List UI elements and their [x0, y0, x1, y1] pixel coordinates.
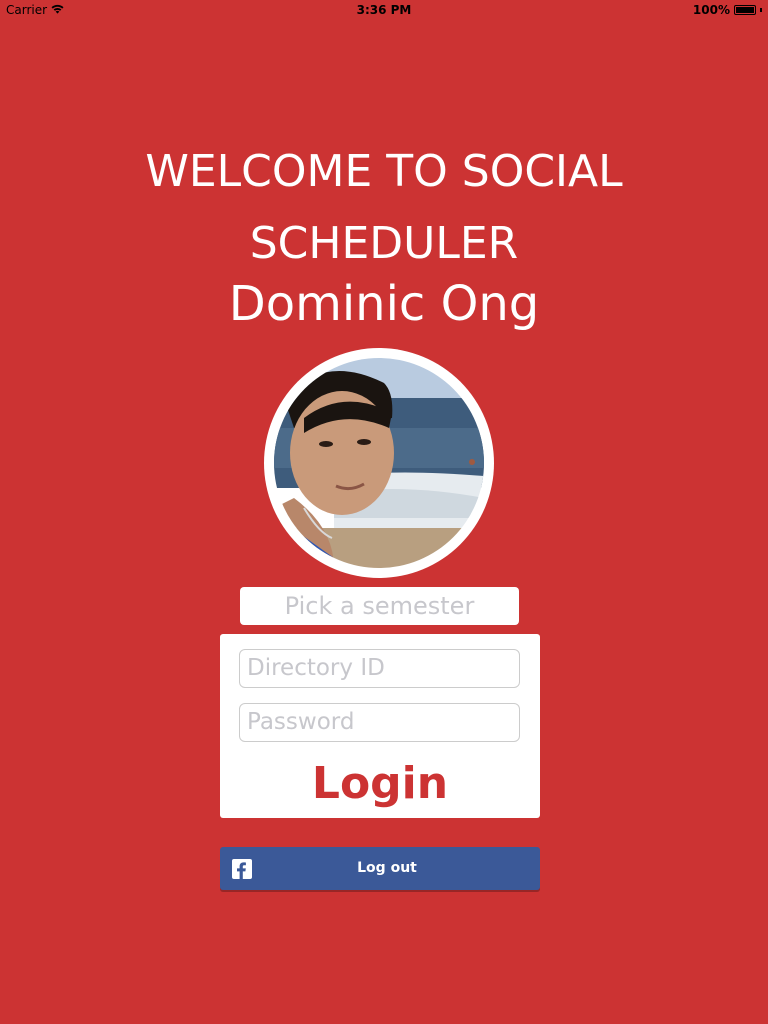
password-field[interactable]: Password — [239, 703, 520, 742]
status-time: 3:36 PM — [356, 3, 412, 17]
login-panel: Directory ID Password Login — [220, 634, 540, 818]
login-button[interactable]: Login — [220, 756, 540, 812]
facebook-logout-button[interactable]: Log out — [220, 847, 540, 890]
user-name: Dominic Ong — [228, 276, 540, 332]
battery-nub — [760, 8, 762, 12]
welcome-line-1: WELCOME TO SOCIAL — [145, 146, 623, 197]
welcome-line-2: SCHEDULER — [249, 218, 519, 269]
semester-picker[interactable]: Pick a semester — [240, 587, 519, 625]
welcome-title: WELCOME TO SOCIAL SCHEDULER — [0, 136, 768, 280]
logout-label: Log out — [357, 860, 417, 876]
avatar-ring — [264, 348, 494, 578]
status-right: 100% — [693, 3, 762, 17]
status-bar: Carrier 3:36 PM 100% — [0, 0, 768, 20]
battery-icon — [734, 5, 756, 15]
avatar — [274, 358, 484, 568]
battery-percent: 100% — [692, 3, 730, 17]
directory-id-field[interactable]: Directory ID — [239, 649, 520, 688]
